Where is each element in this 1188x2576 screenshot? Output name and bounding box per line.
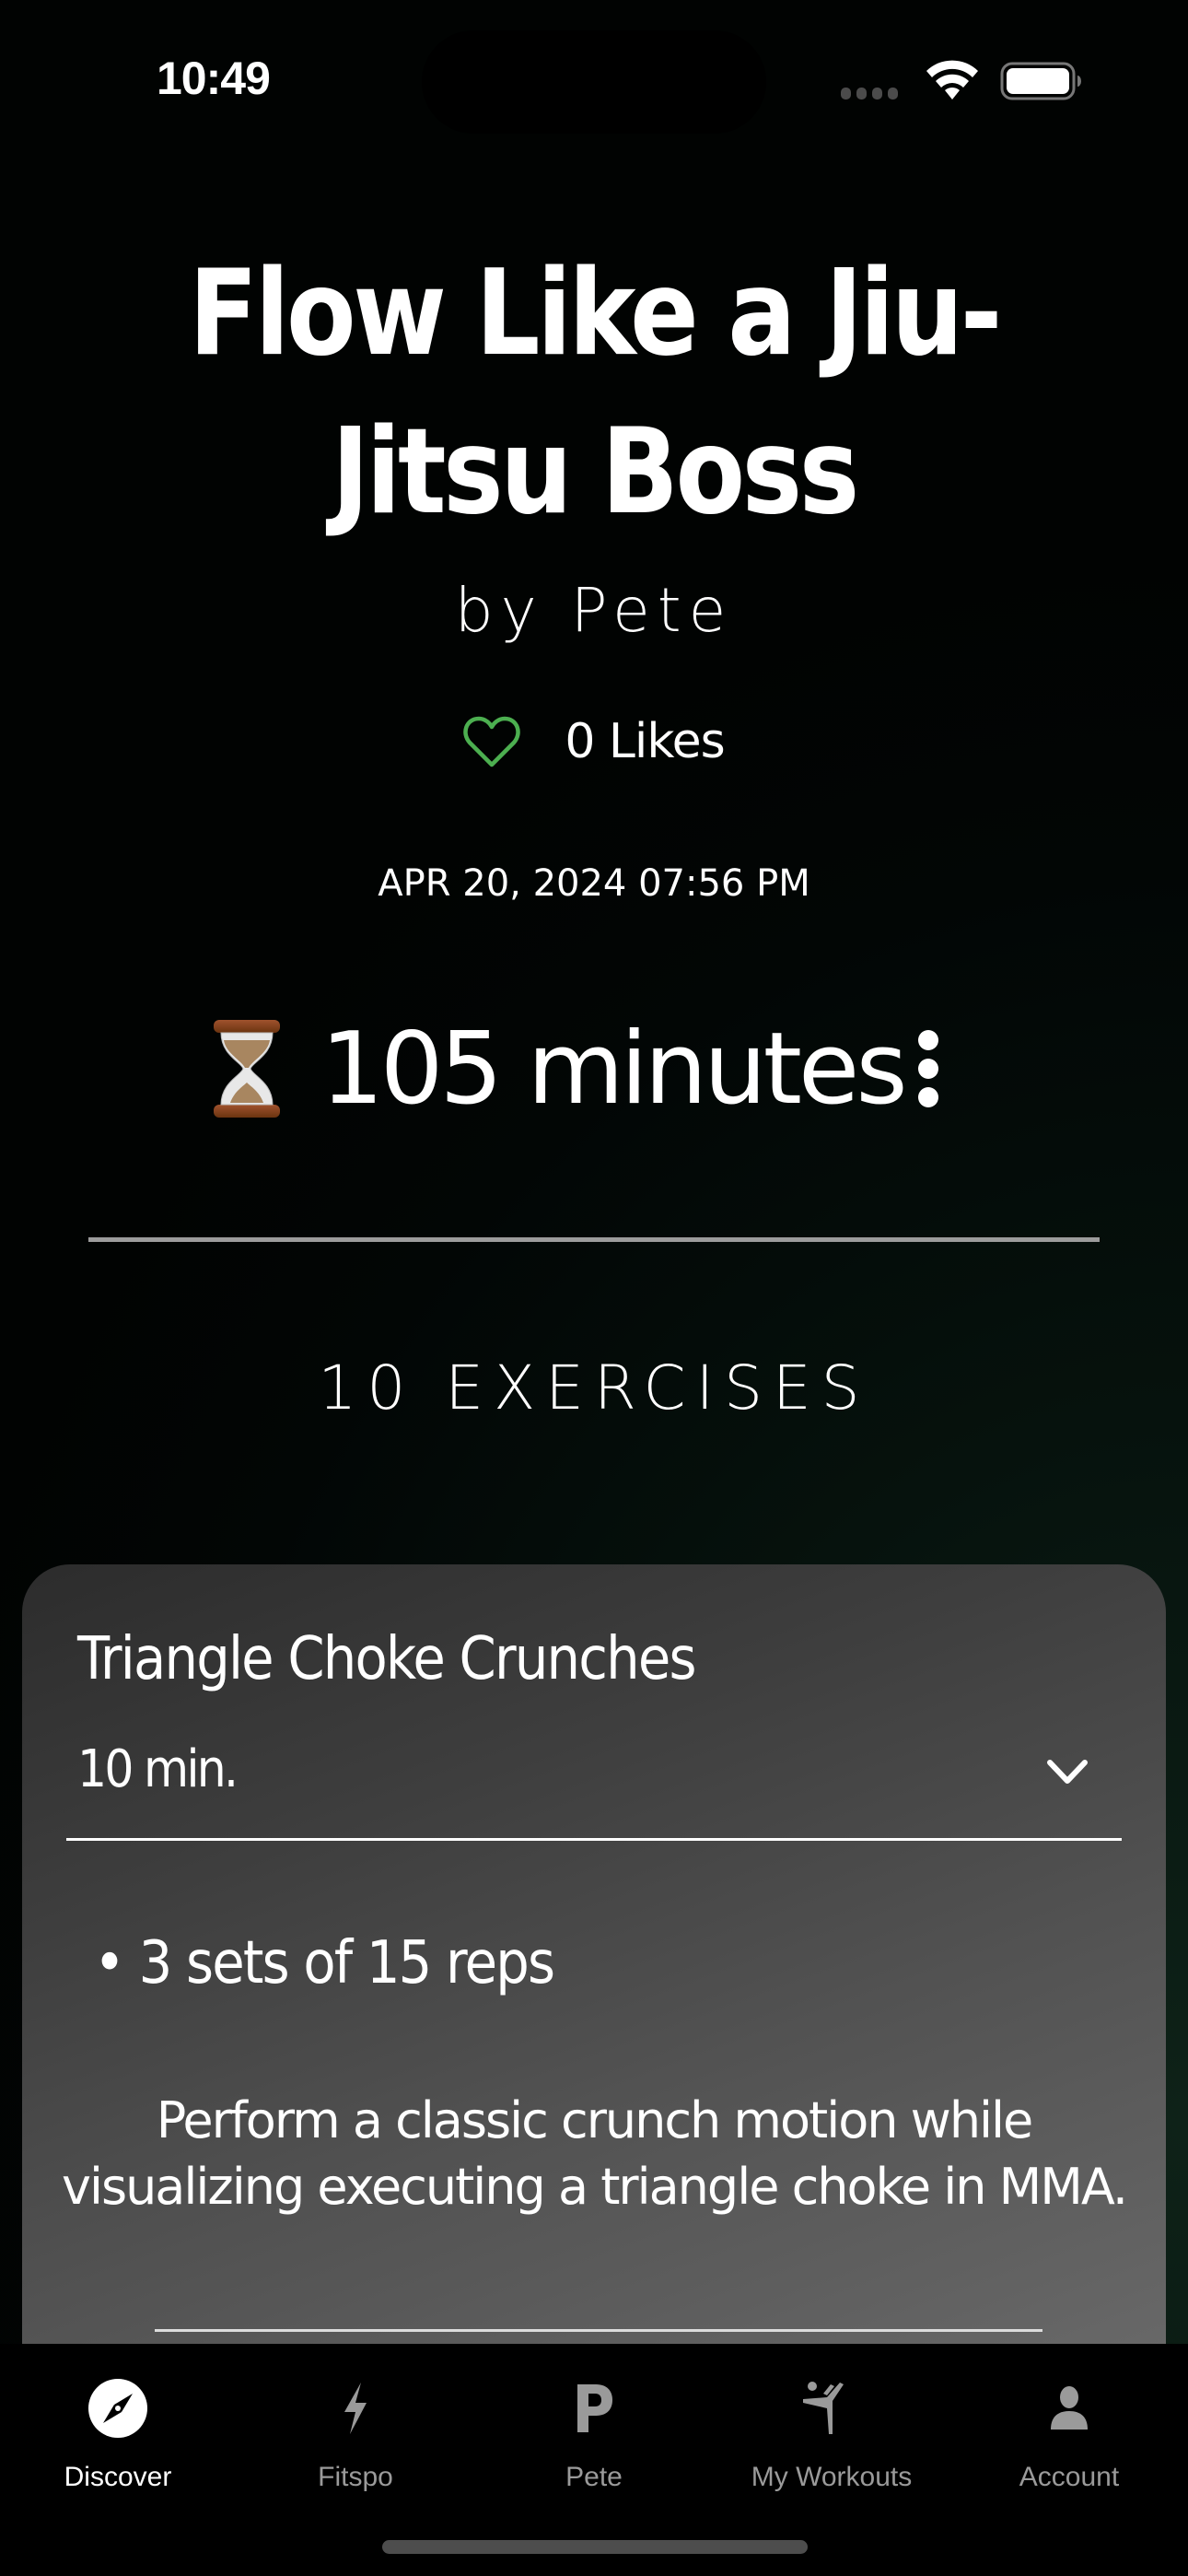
lightning-icon xyxy=(344,2383,367,2434)
duration-text: 105 minutes xyxy=(320,1011,908,1127)
exercise-count: 10 EXERCISES xyxy=(318,1352,870,1423)
likes-count: 0 Likes xyxy=(565,714,725,769)
tab-label: Account xyxy=(1019,2462,1120,2492)
tab-discover[interactable]: Discover xyxy=(17,2371,219,2493)
tab-fitspo[interactable]: Fitspo xyxy=(254,2371,457,2493)
tab-label: Pete xyxy=(565,2462,623,2492)
exercise-sets: • 3 sets of 15 reps xyxy=(94,1929,555,1997)
hourglass-icon xyxy=(214,1020,280,1118)
card-bottom-divider xyxy=(155,2329,1042,2332)
letter-p-icon xyxy=(577,2384,612,2432)
card-divider xyxy=(66,1838,1122,1841)
tab-my-workouts[interactable]: My Workouts xyxy=(730,2371,933,2493)
tab-label: Discover xyxy=(64,2462,172,2492)
heart-icon[interactable] xyxy=(463,715,521,768)
exercise-duration: 10 min. xyxy=(77,1739,239,1799)
home-indicator[interactable] xyxy=(382,2540,808,2554)
wifi-icon xyxy=(926,60,978,100)
tab-label: My Workouts xyxy=(751,2462,913,2492)
section-divider xyxy=(88,1237,1100,1242)
workout-title: Flow Like a Jiu-Jitsu Boss xyxy=(189,245,1002,541)
person-icon xyxy=(1051,2386,1088,2430)
chevron-down-icon[interactable] xyxy=(1044,1753,1090,1790)
martial-arts-icon xyxy=(803,2382,844,2434)
exercise-name: Triangle Choke Crunches xyxy=(77,1625,696,1693)
workout-date: APR 20, 2024 07:56 PM xyxy=(378,862,810,905)
workout-author[interactable]: by Pete xyxy=(0,575,1188,646)
signal-icon xyxy=(841,88,898,100)
exercise-card[interactable]: Triangle Choke Crunches 10 min. • 3 sets… xyxy=(22,1564,1166,2394)
battery-icon xyxy=(1000,62,1081,100)
dynamic-island xyxy=(422,30,766,134)
more-options-button[interactable] xyxy=(910,1030,947,1107)
tab-label: Fitspo xyxy=(318,2462,393,2492)
status-bar: 10:49 xyxy=(0,0,1188,138)
exercise-description: Perform a classic crunch motion while vi… xyxy=(61,2091,1128,2216)
tab-pete[interactable]: Pete xyxy=(493,2371,695,2493)
tab-account[interactable]: Account xyxy=(968,2371,1171,2493)
duration-row: 105 minutes xyxy=(210,1004,908,1133)
compass-icon xyxy=(88,2379,147,2438)
likes-row: 0 Likes xyxy=(0,714,1188,769)
status-time: 10:49 xyxy=(157,53,271,104)
